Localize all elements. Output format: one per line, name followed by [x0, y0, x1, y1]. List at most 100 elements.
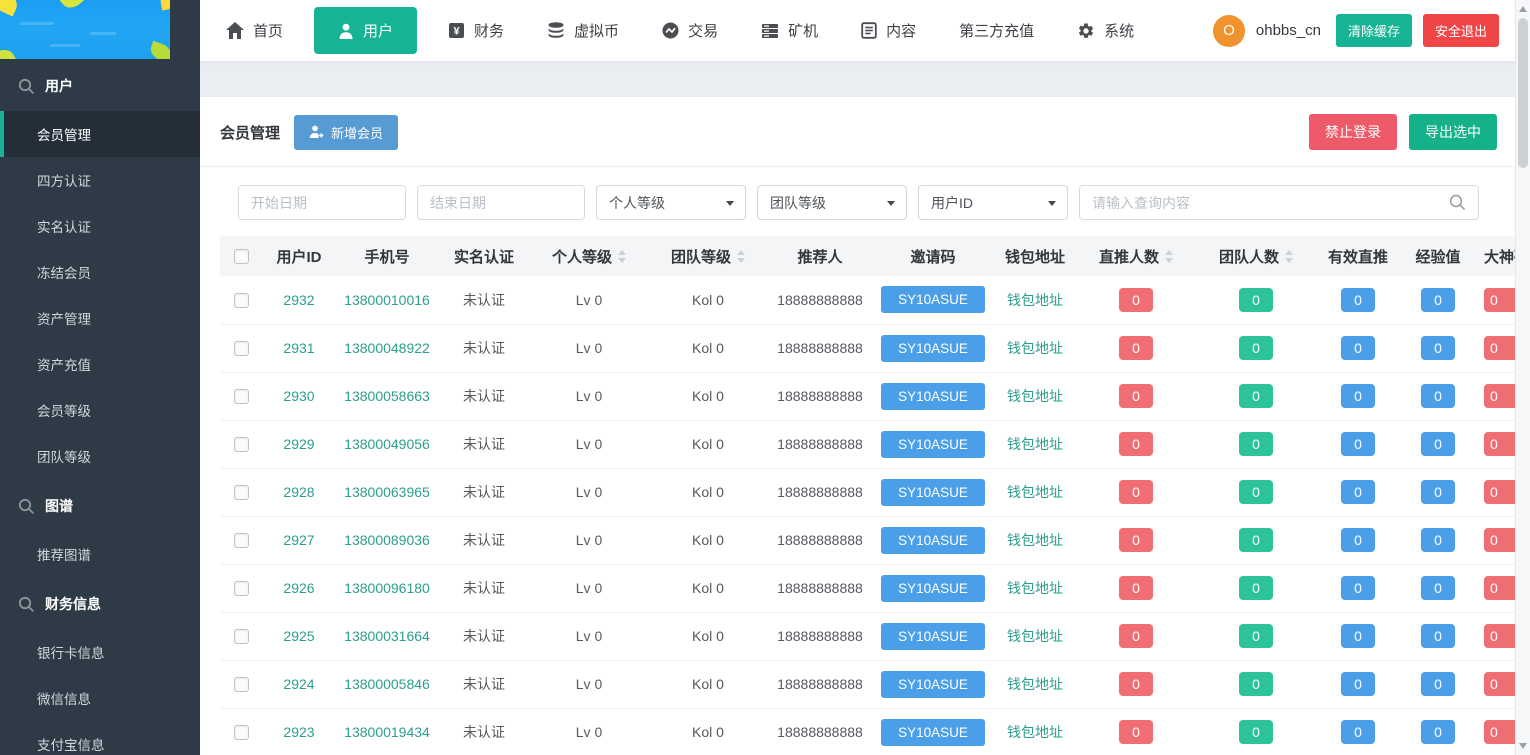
row-checkbox[interactable]	[234, 629, 249, 644]
clear-cache-button[interactable]: 清除缓存	[1336, 14, 1412, 47]
user-id-link[interactable]: 2929	[283, 436, 314, 452]
logo-image	[0, 0, 170, 59]
nav-item-content[interactable]: 内容	[849, 10, 928, 51]
invite-code-button[interactable]: SY10ASUE	[881, 527, 985, 554]
scroll-up-arrow-icon[interactable]	[1519, 6, 1527, 12]
user-id-link[interactable]: 2928	[283, 484, 314, 500]
wallet-address-link[interactable]: 钱包地址	[1007, 436, 1063, 452]
user-id-link[interactable]: 2932	[283, 292, 314, 308]
row-checkbox[interactable]	[234, 437, 249, 452]
sidebar: 用户 会员管理 四方认证 实名认证 冻结会员 资产管理 资产充值 会员等级 团队…	[0, 0, 200, 755]
sidebar-item-wechat-info[interactable]: 微信信息	[0, 675, 200, 721]
select-all-checkbox[interactable]	[234, 249, 249, 264]
invite-code-button[interactable]: SY10ASUE	[881, 335, 985, 362]
logout-button[interactable]: 安全退出	[1423, 14, 1499, 47]
row-checkbox[interactable]	[234, 725, 249, 740]
ban-login-button[interactable]: 禁止登录	[1309, 114, 1397, 150]
referrer-value: 18888888888	[777, 484, 863, 500]
sidebar-item-alipay-info[interactable]: 支付宝信息	[0, 721, 200, 755]
row-checkbox[interactable]	[234, 389, 249, 404]
start-date-input[interactable]	[238, 185, 406, 220]
search-field-select[interactable]: 用户ID	[918, 185, 1068, 220]
nav-item-virtual-currency[interactable]: 虚拟币	[535, 10, 631, 51]
sidebar-section-header-finance-info[interactable]: 财务信息	[0, 579, 200, 629]
wallet-address-link[interactable]: 钱包地址	[1007, 676, 1063, 692]
sidebar-item-asset-management[interactable]: 资产管理	[0, 295, 200, 341]
vertical-scrollbar[interactable]	[1515, 0, 1530, 755]
invite-code-button[interactable]: SY10ASUE	[881, 383, 985, 410]
scrollbar-thumb[interactable]	[1518, 18, 1528, 168]
user-id-link[interactable]: 2930	[283, 388, 314, 404]
user-id-link[interactable]: 2923	[283, 724, 314, 740]
wallet-address-link[interactable]: 钱包地址	[1007, 532, 1063, 548]
export-selected-button[interactable]: 导出选中	[1409, 114, 1497, 150]
row-checkbox[interactable]	[234, 677, 249, 692]
sidebar-item-asset-recharge[interactable]: 资产充值	[0, 341, 200, 387]
nav-item-miner[interactable]: 矿机	[749, 10, 830, 51]
user-id-link[interactable]: 2931	[283, 340, 314, 356]
verified-status: 未认证	[463, 628, 505, 644]
nav-item-home[interactable]: 首页	[214, 10, 295, 51]
invite-code-button[interactable]: SY10ASUE	[881, 431, 985, 458]
search-icon[interactable]	[1449, 194, 1466, 211]
sidebar-item-four-party-auth[interactable]: 四方认证	[0, 157, 200, 203]
row-checkbox[interactable]	[234, 533, 249, 548]
wallet-address-link[interactable]: 钱包地址	[1007, 340, 1063, 356]
invite-code-button[interactable]: SY10ASUE	[881, 479, 985, 506]
invite-code-button[interactable]: SY10ASUE	[881, 719, 985, 746]
row-checkbox[interactable]	[234, 341, 249, 356]
row-checkbox[interactable]	[234, 581, 249, 596]
invite-code-button[interactable]: SY10ASUE	[881, 286, 985, 313]
wallet-address-link[interactable]: 钱包地址	[1007, 580, 1063, 596]
end-date-input[interactable]	[417, 185, 585, 220]
sidebar-item-frozen-members[interactable]: 冻结会员	[0, 249, 200, 295]
sort-icon[interactable]	[1165, 250, 1173, 263]
avatar[interactable]: O	[1213, 15, 1245, 47]
personal-level-select[interactable]: 个人等级	[596, 185, 746, 220]
invite-code-button[interactable]: SY10ASUE	[881, 575, 985, 602]
sidebar-item-member-level[interactable]: 会员等级	[0, 387, 200, 433]
sort-icon[interactable]	[1285, 250, 1293, 263]
add-member-button[interactable]: 新增会员	[294, 115, 398, 150]
sidebar-section-header-graph[interactable]: 图谱	[0, 481, 200, 531]
team-level-value: Kol 0	[692, 580, 724, 596]
money-icon: ¥	[448, 22, 465, 39]
team-level-select[interactable]: 团队等级	[757, 185, 907, 220]
user-id-link[interactable]: 2926	[283, 580, 314, 596]
phone-text: 13800058663	[344, 388, 430, 404]
wallet-address-link[interactable]: 钱包地址	[1007, 388, 1063, 404]
user-id-link[interactable]: 2927	[283, 532, 314, 548]
invite-code-button[interactable]: SY10ASUE	[881, 671, 985, 698]
sidebar-item-member-management[interactable]: 会员管理	[0, 111, 200, 157]
direct-count-badge: 0	[1119, 288, 1153, 312]
invite-code-button[interactable]: SY10ASUE	[881, 623, 985, 650]
valid-direct-badge: 0	[1341, 480, 1375, 504]
user-id-link[interactable]: 2925	[283, 628, 314, 644]
miner-badge: 0	[1484, 288, 1515, 312]
nav-item-trade[interactable]: 交易	[650, 10, 730, 51]
wallet-address-link[interactable]: 钱包地址	[1007, 292, 1063, 308]
sidebar-item-team-level[interactable]: 团队等级	[0, 433, 200, 479]
nav-item-system[interactable]: 系统	[1065, 10, 1146, 51]
wallet-address-link[interactable]: 钱包地址	[1007, 484, 1063, 500]
wallet-address-link[interactable]: 钱包地址	[1007, 628, 1063, 644]
user-id-link[interactable]: 2924	[283, 676, 314, 692]
scroll-down-arrow-icon[interactable]	[1519, 743, 1527, 749]
row-checkbox[interactable]	[234, 485, 249, 500]
sidebar-section-header-users[interactable]: 用户	[0, 61, 200, 111]
row-checkbox[interactable]	[234, 293, 249, 308]
nav-item-users[interactable]: 用户	[314, 7, 417, 54]
nav-item-third-party-recharge[interactable]: 第三方充值	[947, 10, 1046, 51]
sort-icon[interactable]	[737, 250, 745, 263]
sort-icon[interactable]	[618, 250, 626, 263]
wallet-address-link[interactable]: 钱包地址	[1007, 724, 1063, 740]
exp-badge: 0	[1421, 432, 1455, 456]
nav-item-finance[interactable]: ¥ 财务	[436, 10, 516, 51]
magnifier-icon	[18, 498, 35, 515]
miner-badge: 0	[1484, 720, 1515, 744]
sidebar-item-real-name-auth[interactable]: 实名认证	[0, 203, 200, 249]
team-level-value: Kol 0	[692, 628, 724, 644]
sidebar-item-referral-graph[interactable]: 推荐图谱	[0, 531, 200, 577]
search-input[interactable]	[1079, 185, 1479, 220]
sidebar-item-bank-card-info[interactable]: 银行卡信息	[0, 629, 200, 675]
